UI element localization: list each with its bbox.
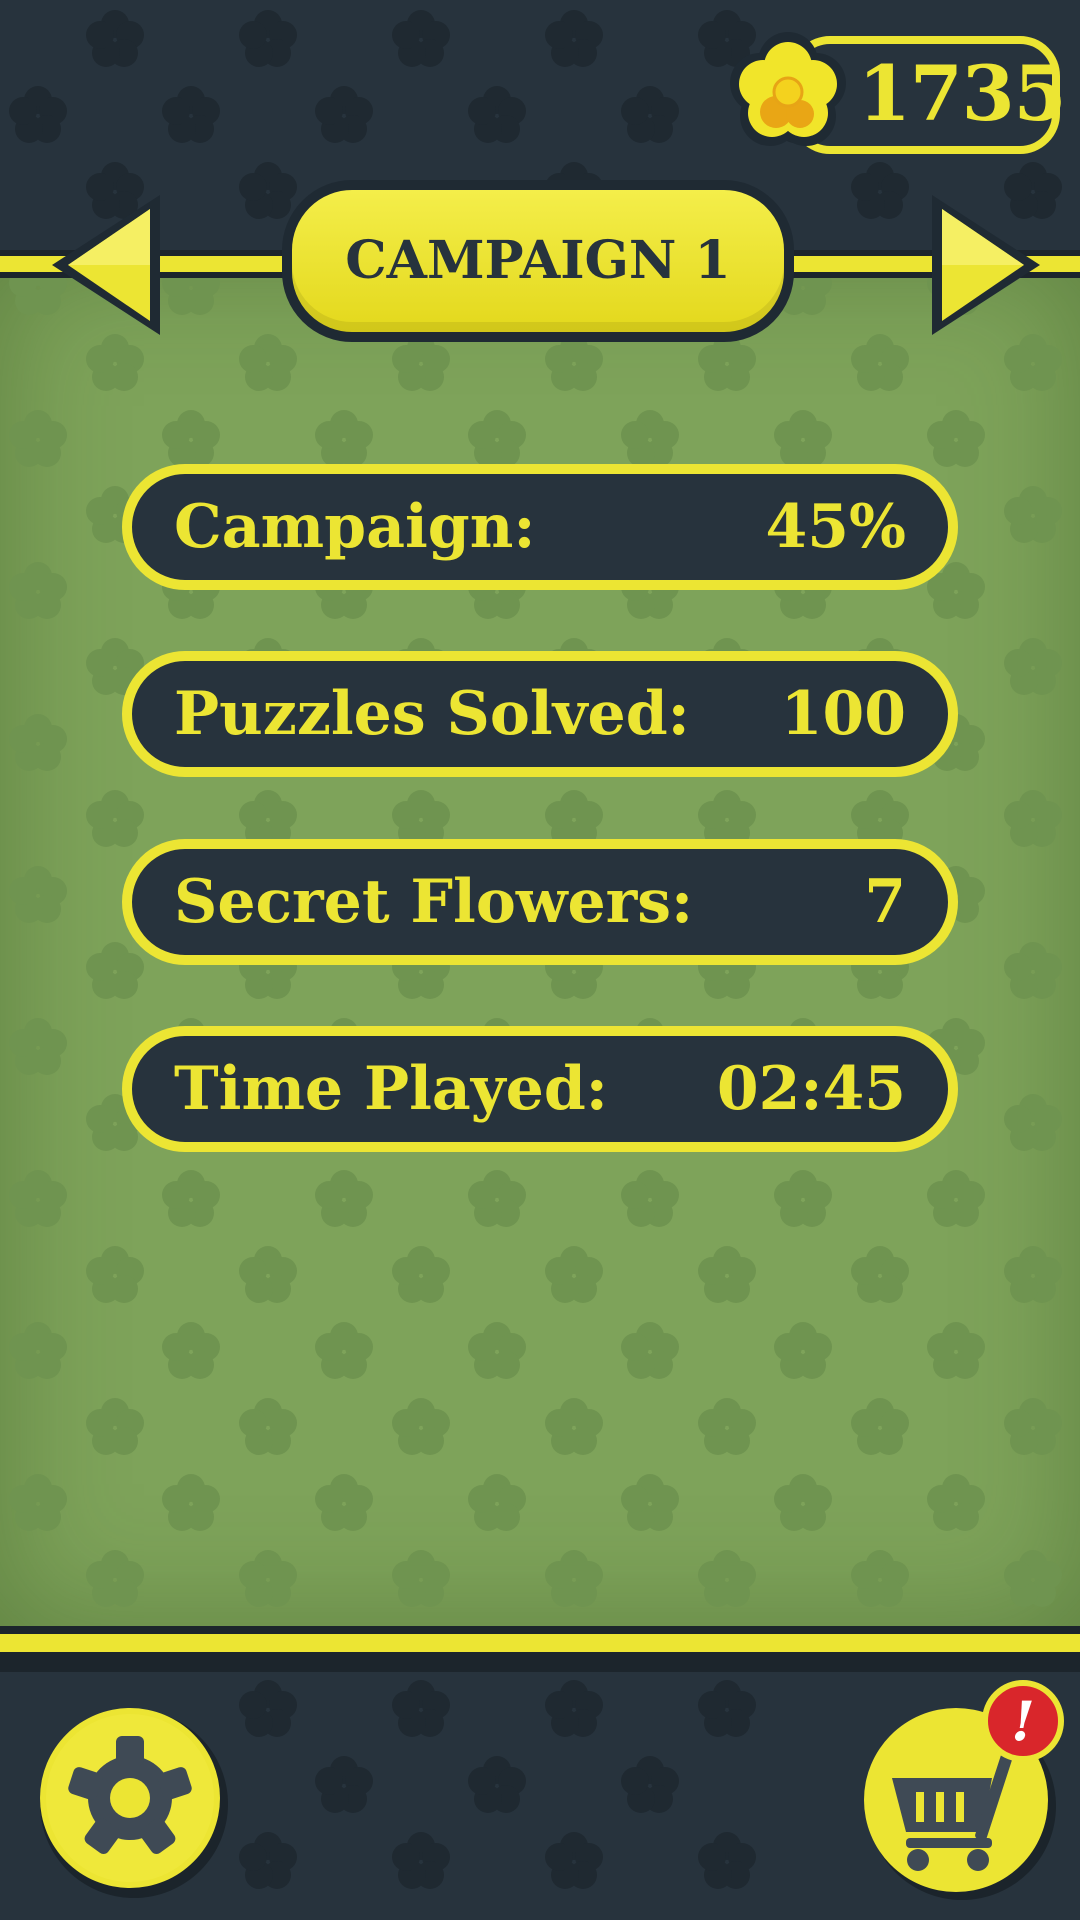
next-campaign-button[interactable] [920, 185, 1050, 345]
campaign-title: CAMPAIGN 1 [345, 230, 731, 291]
stat-label: Secret Flowers: [174, 867, 694, 937]
flower-coin-icon [730, 32, 846, 146]
shop-alert-badge: ! [982, 1680, 1064, 1762]
stat-value: 02:45 [716, 1054, 906, 1124]
footer-rail [0, 1626, 1080, 1672]
stat-puzzles-solved: Puzzles Solved: 100 [122, 651, 958, 777]
stat-label: Puzzles Solved: [174, 679, 690, 749]
stat-campaign-progress: Campaign: 45% [122, 464, 958, 590]
stat-label: Time Played: [174, 1054, 608, 1124]
stat-value: 45% [765, 492, 906, 562]
stat-value: 7 [864, 867, 906, 937]
stat-label: Campaign: [174, 492, 536, 562]
previous-campaign-button[interactable] [42, 185, 172, 345]
settings-button[interactable] [32, 1700, 232, 1900]
stat-time-played: Time Played: 02:45 [122, 1026, 958, 1152]
alert-badge-text: ! [1011, 1689, 1035, 1753]
stat-value: 100 [780, 679, 906, 749]
stat-secret-flowers: Secret Flowers: 7 [122, 839, 958, 965]
currency-value: 1735 [858, 49, 1067, 138]
